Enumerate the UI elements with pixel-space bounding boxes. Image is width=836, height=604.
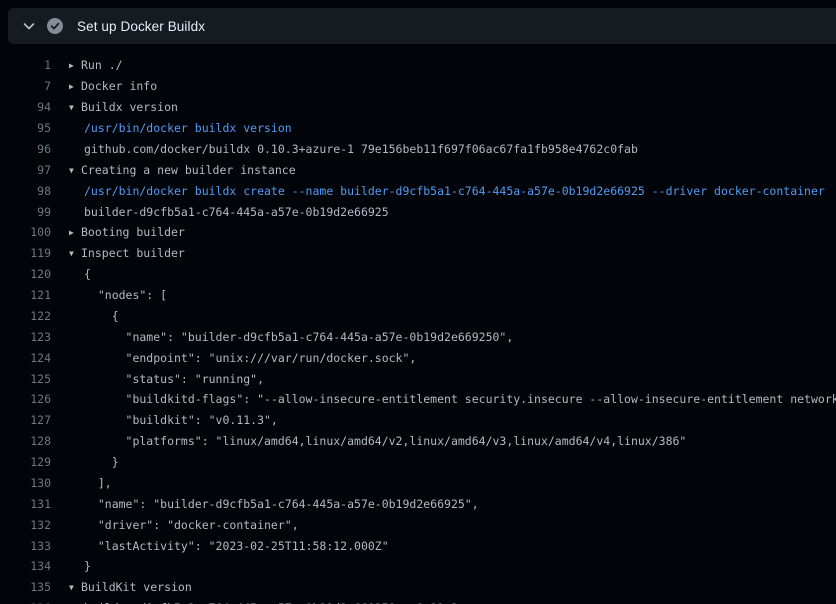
line-body: { — [69, 267, 836, 281]
line-body: builder-d9cfb5a1-c764-445a-a57e-0b19d2e6… — [69, 205, 836, 219]
log-line: 122 { — [0, 306, 836, 327]
log-line: 129 } — [0, 452, 836, 473]
log-line: 1 ▶Run ./ — [0, 55, 836, 76]
line-body: } — [69, 559, 836, 573]
group-header[interactable]: ▼Buildx version — [69, 100, 836, 114]
line-number[interactable]: 132 — [0, 518, 51, 532]
group-header[interactable]: ▶Booting builder — [69, 225, 836, 239]
line-number[interactable]: 120 — [0, 267, 51, 281]
group-title: Docker info — [81, 79, 157, 93]
group-title: Buildx version — [81, 100, 178, 114]
line-number[interactable]: 94 — [0, 100, 51, 114]
line-body: /usr/bin/docker buildx version — [69, 121, 836, 135]
log-viewer: 1 ▶Run ./ 7 ▶Docker info 94 ▼Buildx vers… — [0, 55, 836, 604]
log-line: 132 "driver": "docker-container", — [0, 514, 836, 535]
line-number[interactable]: 128 — [0, 434, 51, 448]
chevron-down-icon[interactable] — [21, 18, 37, 34]
step-header[interactable]: Set up Docker Buildx — [8, 8, 836, 44]
log-line: 128 "platforms": "linux/amd64,linux/amd6… — [0, 431, 836, 452]
line-number[interactable]: 133 — [0, 539, 51, 553]
line-body: "driver": "docker-container", — [69, 518, 836, 532]
line-body: /usr/bin/docker buildx create --name bui… — [69, 184, 836, 198]
group-title: Creating a new builder instance — [81, 163, 296, 177]
log-line: 125 "status": "running", — [0, 368, 836, 389]
log-line: 7 ▶Docker info — [0, 76, 836, 97]
line-number[interactable]: 97 — [0, 163, 51, 177]
group-title: Booting builder — [81, 225, 185, 239]
line-body: "endpoint": "unix:///var/run/docker.sock… — [69, 351, 836, 365]
line-body: "lastActivity": "2023-02-25T11:58:12.000… — [69, 539, 836, 553]
line-number[interactable]: 125 — [0, 372, 51, 386]
triangle-right-icon: ▶ — [69, 82, 81, 91]
log-line: 99 builder-d9cfb5a1-c764-445a-a57e-0b19d… — [0, 201, 836, 222]
log-line: 98 /usr/bin/docker buildx create --name … — [0, 180, 836, 201]
triangle-down-icon: ▼ — [69, 166, 81, 175]
log-line: 127 "buildkit": "v0.11.3", — [0, 410, 836, 431]
line-number[interactable]: 7 — [0, 79, 51, 93]
line-number[interactable]: 95 — [0, 121, 51, 135]
log-line: 123 "name": "builder-d9cfb5a1-c764-445a-… — [0, 326, 836, 347]
line-number[interactable]: 100 — [0, 225, 51, 239]
line-body: "status": "running", — [69, 372, 836, 386]
log-line: 135 ▼BuildKit version — [0, 577, 836, 598]
log-line: 97 ▼Creating a new builder instance — [0, 159, 836, 180]
log-line: 131 "name": "builder-d9cfb5a1-c764-445a-… — [0, 493, 836, 514]
line-body: } — [69, 455, 836, 469]
line-number[interactable]: 134 — [0, 559, 51, 573]
line-number[interactable]: 1 — [0, 58, 51, 72]
group-header[interactable]: ▼Inspect builder — [69, 246, 836, 260]
line-number[interactable]: 121 — [0, 288, 51, 302]
line-number[interactable]: 122 — [0, 309, 51, 323]
line-number[interactable]: 119 — [0, 246, 51, 260]
group-header[interactable]: ▼Creating a new builder instance — [69, 163, 836, 177]
line-body: ], — [69, 476, 836, 490]
line-body: { — [69, 309, 836, 323]
log-line: 134 } — [0, 556, 836, 577]
log-line: 136 builder-d9cfb5a1-c764-445a-a57e-0b19… — [0, 598, 836, 604]
log-line: 100 ▶Booting builder — [0, 222, 836, 243]
group-header[interactable]: ▶Run ./ — [69, 58, 836, 72]
line-number[interactable]: 99 — [0, 205, 51, 219]
line-number[interactable]: 98 — [0, 184, 51, 198]
log-line: 133 "lastActivity": "2023-02-25T11:58:12… — [0, 535, 836, 556]
line-number[interactable]: 96 — [0, 142, 51, 156]
triangle-down-icon: ▼ — [69, 249, 81, 258]
line-body: "platforms": "linux/amd64,linux/amd64/v2… — [69, 434, 836, 448]
group-title: Run ./ — [81, 58, 123, 72]
line-number[interactable]: 126 — [0, 392, 51, 406]
log-line: 121 "nodes": [ — [0, 285, 836, 306]
triangle-right-icon: ▶ — [69, 228, 81, 237]
log-line: 130 ], — [0, 473, 836, 494]
log-line: 94 ▼Buildx version — [0, 97, 836, 118]
group-title: Inspect builder — [81, 246, 185, 260]
triangle-down-icon: ▼ — [69, 583, 81, 592]
log-line: 126 "buildkitd-flags": "--allow-insecure… — [0, 389, 836, 410]
log-line: 120 { — [0, 264, 836, 285]
line-body: "nodes": [ — [69, 288, 836, 302]
line-number[interactable]: 124 — [0, 351, 51, 365]
triangle-right-icon: ▶ — [69, 61, 81, 70]
triangle-down-icon: ▼ — [69, 103, 81, 112]
line-body: github.com/docker/buildx 0.10.3+azure-1 … — [69, 142, 836, 156]
step-title: Set up Docker Buildx — [77, 19, 205, 34]
log-line: 95 /usr/bin/docker buildx version — [0, 118, 836, 139]
line-body: "name": "builder-d9cfb5a1-c764-445a-a57e… — [69, 497, 836, 511]
line-body: "name": "builder-d9cfb5a1-c764-445a-a57e… — [69, 330, 836, 344]
line-number[interactable]: 129 — [0, 455, 51, 469]
group-header[interactable]: ▼BuildKit version — [69, 580, 836, 594]
line-number[interactable]: 130 — [0, 476, 51, 490]
line-number[interactable]: 131 — [0, 497, 51, 511]
log-line: 119 ▼Inspect builder — [0, 243, 836, 264]
line-number[interactable]: 123 — [0, 330, 51, 344]
check-circle-icon — [47, 18, 63, 34]
group-header[interactable]: ▶Docker info — [69, 79, 836, 93]
line-number[interactable]: 135 — [0, 580, 51, 594]
line-number[interactable]: 127 — [0, 413, 51, 427]
line-body: "buildkit": "v0.11.3", — [69, 413, 836, 427]
group-title: BuildKit version — [81, 580, 192, 594]
line-body: "buildkitd-flags": "--allow-insecure-ent… — [69, 392, 836, 406]
log-line: 96 github.com/docker/buildx 0.10.3+azure… — [0, 139, 836, 160]
log-line: 124 "endpoint": "unix:///var/run/docker.… — [0, 347, 836, 368]
